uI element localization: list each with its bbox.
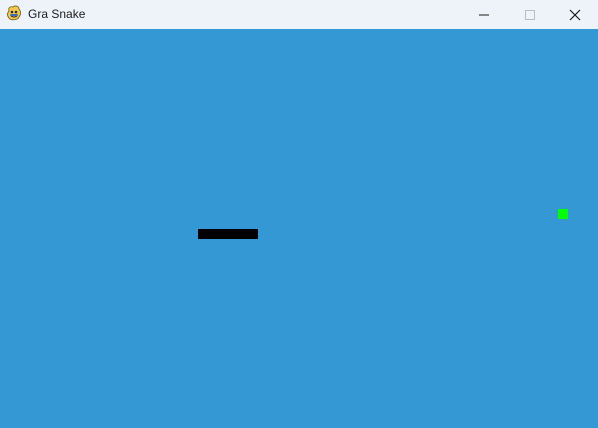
food-pellet xyxy=(558,209,568,219)
snake-segment xyxy=(228,229,238,239)
maximize-icon xyxy=(524,9,536,21)
snake-segment xyxy=(208,229,218,239)
minimize-button[interactable] xyxy=(461,0,507,29)
snake-head xyxy=(248,229,258,239)
snake-segment xyxy=(218,229,228,239)
maximize-button[interactable] xyxy=(507,0,553,29)
app-window: Gra Snake xyxy=(0,0,598,428)
window-title: Gra Snake xyxy=(28,7,86,21)
minimize-icon xyxy=(478,9,490,21)
close-button[interactable] xyxy=(552,0,598,29)
snake-segment xyxy=(238,229,248,239)
game-board xyxy=(0,29,598,428)
snake-segment xyxy=(198,229,208,239)
title-bar[interactable]: Gra Snake xyxy=(0,0,598,29)
close-icon xyxy=(568,8,582,22)
pygame-snake-icon xyxy=(6,5,22,22)
